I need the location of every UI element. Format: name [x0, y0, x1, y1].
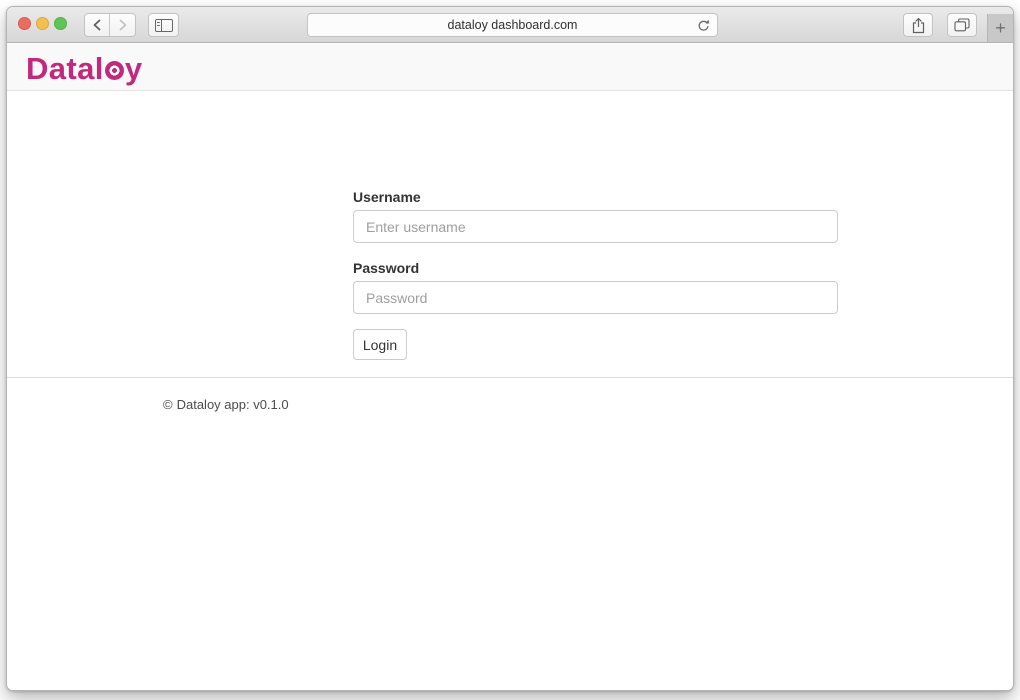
login-button[interactable]: Login — [353, 329, 407, 360]
app-version-text: Dataloy app: v0.1.0 — [177, 397, 289, 412]
history-nav-group — [84, 13, 136, 37]
brand-header: Dataly — [7, 44, 1013, 91]
new-tab-button[interactable]: + — [987, 14, 1013, 42]
share-button[interactable] — [903, 13, 933, 37]
footer-divider — [7, 377, 1013, 378]
share-icon — [911, 17, 926, 34]
login-page-content: Username Password Login © Dataloy app: v… — [7, 92, 1013, 690]
minimize-window-button[interactable] — [36, 17, 49, 30]
forward-button[interactable] — [110, 14, 135, 36]
brand-logo-text-end: y — [125, 51, 143, 86]
copyright-icon: © — [163, 397, 173, 412]
tab-overview-button[interactable] — [947, 13, 977, 37]
reload-icon — [696, 18, 711, 33]
browser-window: dataloy dashboard.com + — [6, 6, 1014, 691]
brand-logo-text-start: Datal — [26, 51, 104, 86]
app-version-footer: © Dataloy app: v0.1.0 — [163, 397, 289, 412]
plus-icon: + — [995, 19, 1006, 37]
address-bar-url: dataloy dashboard.com — [308, 14, 717, 36]
address-bar[interactable]: dataloy dashboard.com — [307, 13, 718, 37]
chevron-left-icon — [92, 19, 102, 31]
browser-toolbar: dataloy dashboard.com + — [7, 7, 1013, 43]
close-window-button[interactable] — [18, 17, 31, 30]
brand-bullseye-o-icon — [105, 61, 124, 80]
zoom-window-button[interactable] — [54, 17, 67, 30]
password-label: Password — [353, 260, 419, 276]
sidebar-icon — [155, 19, 173, 32]
sidebar-toggle-button[interactable] — [148, 13, 179, 37]
chevron-right-icon — [118, 19, 128, 31]
reload-button[interactable] — [696, 18, 711, 33]
back-button[interactable] — [85, 14, 110, 36]
username-label: Username — [353, 189, 421, 205]
username-input[interactable] — [353, 210, 838, 243]
password-input[interactable] — [353, 281, 838, 314]
tabs-icon — [954, 18, 970, 32]
brand-logo[interactable]: Dataly — [26, 51, 142, 87]
